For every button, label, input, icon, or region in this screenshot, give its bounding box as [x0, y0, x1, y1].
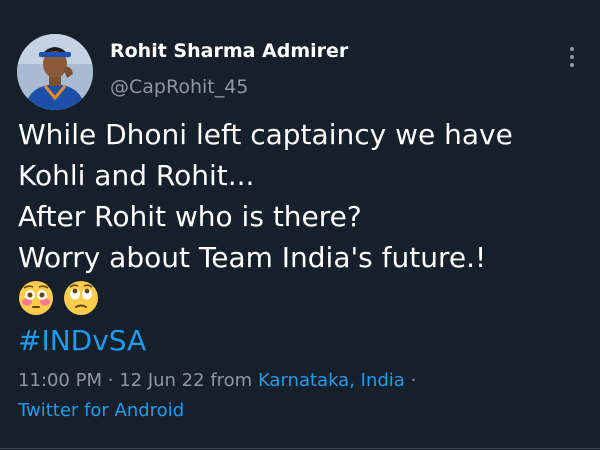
tweet-text-line: Worry about Team India's future.!	[18, 241, 487, 274]
tweet-time[interactable]: 11:00 PM	[18, 370, 102, 391]
tweet-text-line: After Rohit who is there?	[18, 200, 362, 233]
avatar[interactable]	[17, 34, 93, 110]
more-vertical-icon[interactable]	[562, 42, 582, 72]
separator-dot: ·	[410, 370, 417, 391]
flushed-face-emoji	[19, 281, 53, 315]
tweet-metadata: 11:00 PM · 12 Jun 22 from Karnataka, Ind…	[18, 370, 416, 391]
tweet: Rohit Sharma Admirer @CapRohit_45 While …	[0, 0, 600, 450]
location-link[interactable]: Karnataka, India	[258, 370, 405, 391]
tweet-text-line: While Dhoni left captaincy we have	[18, 118, 513, 151]
emoji-row	[18, 280, 103, 320]
divider	[0, 448, 600, 449]
face-with-rolling-eyes-emoji	[64, 281, 99, 315]
tweet-date[interactable]: 12 Jun 22	[119, 370, 204, 391]
display-name[interactable]: Rohit Sharma Admirer	[110, 40, 348, 62]
source-link[interactable]: Twitter for Android	[18, 400, 184, 421]
tweet-text: While Dhoni left captaincy we have Kohli…	[18, 114, 588, 278]
from-label: from	[210, 370, 253, 391]
user-handle[interactable]: @CapRohit_45	[110, 76, 248, 98]
hashtag-link[interactable]: #INDvSA	[18, 320, 146, 361]
tweet-text-line: Kohli and Rohit...	[18, 159, 255, 192]
separator-dot: ·	[107, 370, 114, 391]
